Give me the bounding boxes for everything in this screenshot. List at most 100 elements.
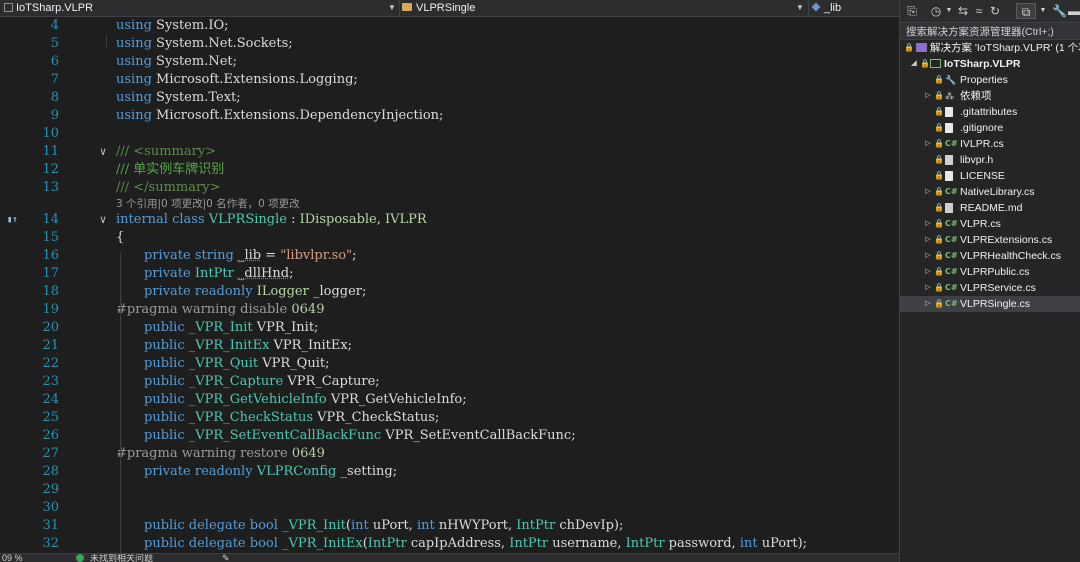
expand-right-icon[interactable]: ▷ xyxy=(924,264,932,280)
code-line[interactable]: 25 public _VPR_CheckStatus VPR_CheckStatu… xyxy=(0,409,899,427)
brush-icon[interactable]: ✎ xyxy=(222,554,230,562)
code-content: public _VPR_SetEventCallBackFunc VPR_Set… xyxy=(144,427,576,445)
chevron-down-icon[interactable]: ▼ xyxy=(1038,3,1048,19)
code-line[interactable]: 27 #pragma warning restore 0649 xyxy=(0,445,899,463)
code-line[interactable]: 20 public _VPR_Init VPR_Init; xyxy=(0,319,899,337)
sync-view-icon[interactable]: ⎘ xyxy=(904,3,920,19)
solution-item-label: IVLPR.cs xyxy=(960,138,1004,150)
solution-item[interactable]: ▷ 🔒 C# IVLPR.cs xyxy=(900,136,1080,152)
code-line[interactable]: 6 using System.Net; xyxy=(0,53,899,71)
code-line[interactable]: 32 public delegate bool _VPR_InitEx(IntPt… xyxy=(0,535,899,553)
code-line[interactable]: 23 public _VPR_Capture VPR_Capture; xyxy=(0,373,899,391)
solution-item[interactable]: 🔒 .gitattributes xyxy=(900,104,1080,120)
expand-right-icon[interactable]: ▷ xyxy=(924,184,932,200)
member-dropdown[interactable]: _lib xyxy=(812,0,892,16)
fold-toggle-icon[interactable]: ∨ xyxy=(96,211,110,229)
expand-right-icon[interactable]: ▷ xyxy=(924,232,932,248)
solution-item[interactable]: 🔒 🔧 Properties xyxy=(900,72,1080,88)
code-line[interactable]: 9 using Microsoft.Extensions.DependencyIn… xyxy=(0,107,899,125)
fold-toggle-icon[interactable]: ∨ xyxy=(96,143,110,161)
issues-status-text[interactable]: 未找到相关问题 xyxy=(90,554,153,562)
code-line[interactable]: 7 using Microsoft.Extensions.Logging; xyxy=(0,71,899,89)
solution-item[interactable]: ▷ 🔒 C# VLPRService.cs xyxy=(900,280,1080,296)
code-content: public delegate bool _VPR_InitEx(IntPtr … xyxy=(144,535,807,553)
code-line[interactable]: 17 private IntPtr _dllHnd; xyxy=(0,265,899,283)
refresh-icon[interactable]: ↻ xyxy=(988,3,1002,19)
code-line[interactable]: 18 private readonly ILogger _logger; xyxy=(0,283,899,301)
solution-item[interactable]: 🔒 libvpr.h xyxy=(900,152,1080,168)
code-line[interactable]: 31 public delegate bool _VPR_Init(int uPo… xyxy=(0,517,899,535)
code-line[interactable]: 24 public _VPR_GetVehicleInfo VPR_GetVehi… xyxy=(0,391,899,409)
code-line[interactable]: 21 public _VPR_InitEx VPR_InitEx; xyxy=(0,337,899,355)
solution-item[interactable]: 🔒 LICENSE xyxy=(900,168,1080,184)
wrench-icon[interactable]: 🔧 xyxy=(1052,3,1067,19)
solution-search-input[interactable] xyxy=(906,25,1078,39)
expand-right-icon[interactable]: ▷ xyxy=(924,136,932,152)
code-line[interactable]: 11 ∨ /// <summary> xyxy=(0,143,899,161)
collapse-all-icon[interactable]: ≈ xyxy=(972,3,986,19)
project-node[interactable]: ◢ 🔒 IoTSharp.VLPR xyxy=(900,56,1080,72)
code-line[interactable]: 29 xyxy=(0,481,899,499)
solution-item[interactable]: ▷ 🔒 C# VLPRSingle.cs xyxy=(900,296,1080,312)
solution-item[interactable]: ▷ 🔒 C# VLPRPublic.cs xyxy=(900,264,1080,280)
swap-icon[interactable]: ⇆ xyxy=(956,3,970,19)
code-editor[interactable]: IoTSharp.VLPR ▼ VLPRSingle ▼ _lib 4 using… xyxy=(0,0,899,562)
solution-item-label: VLPR.cs xyxy=(960,218,1001,230)
codelens-info[interactable]: 3 个引用|0 项更改|0 名作者，0 项更改 xyxy=(116,197,300,211)
solution-item[interactable]: ▷ 🔒 C# VLPRExtensions.cs xyxy=(900,232,1080,248)
code-token: /// 单实例车牌识别 xyxy=(116,162,225,177)
line-number: 5 xyxy=(50,36,59,51)
code-line[interactable]: 14 ∨ ▮↑ internal class VLPRSingle : IDispos… xyxy=(0,211,899,229)
code-line[interactable]: 16 private string _lib = "libvlpr.so"; xyxy=(0,247,899,265)
solution-item[interactable]: 🔒 README.md xyxy=(900,200,1080,216)
code-line[interactable]: 5 using System.Net.Sockets; xyxy=(0,35,899,53)
show-all-files-icon[interactable]: ⧉ xyxy=(1016,3,1036,19)
code-token: int xyxy=(416,518,435,533)
code-token: uPort); xyxy=(757,536,808,551)
csharp-icon: C# xyxy=(945,187,958,196)
solution-item[interactable]: ▷ 🔒 ⁂ 依赖项 xyxy=(900,88,1080,104)
solution-item[interactable]: ▷ 🔒 C# VLPR.cs xyxy=(900,216,1080,232)
implementation-marker-icon[interactable]: ▮↑ xyxy=(7,211,23,229)
code-line[interactable]: 28 private readonly VLPRConfig _setting; xyxy=(0,463,899,481)
lock-icon: 🔒 xyxy=(934,123,944,132)
solution-item-label: Properties xyxy=(960,74,1008,86)
lock-icon: 🔒 xyxy=(934,171,944,180)
code-line[interactable]: 15 { xyxy=(0,229,899,247)
expand-right-icon[interactable]: ▷ xyxy=(924,216,932,232)
code-line[interactable]: 19 #pragma warning disable 0649 xyxy=(0,301,899,319)
solution-item[interactable]: ▷ 🔒 C# VLPRHealthCheck.cs xyxy=(900,248,1080,264)
properties-icon[interactable]: ▬ xyxy=(1068,3,1080,19)
zoom-level[interactable]: 09 % xyxy=(2,554,23,562)
code-text-area[interactable]: 4 using System.IO; 5 using System.Net.Socke… xyxy=(0,17,899,553)
code-line[interactable]: 26 public _VPR_SetEventCallBackFunc VPR_S… xyxy=(0,427,899,445)
solution-item[interactable]: ▷ 🔒 C# NativeLibrary.cs xyxy=(900,184,1080,200)
solution-icon xyxy=(916,40,927,56)
expand-right-icon[interactable]: ▷ xyxy=(924,88,932,104)
code-line[interactable]: 4 using System.IO; xyxy=(0,17,899,35)
project-dropdown[interactable]: IoTSharp.VLPR xyxy=(4,0,384,16)
history-icon[interactable]: ◷ xyxy=(928,3,944,19)
expand-right-icon[interactable]: ▷ xyxy=(924,296,932,312)
chevron-down-icon[interactable]: ▼ xyxy=(944,3,954,19)
line-number: 9 xyxy=(50,108,59,123)
chevron-down-icon[interactable]: ▼ xyxy=(796,0,804,16)
expand-right-icon[interactable]: ▷ xyxy=(924,248,932,264)
code-line[interactable]: 8 using System.Text; xyxy=(0,89,899,107)
chevron-down-icon[interactable]: ▼ xyxy=(388,0,396,16)
solution-node[interactable]: 🔒 解决方案 'IoTSharp.VLPR' (1 个项 xyxy=(900,40,1080,56)
code-line[interactable]: 30 xyxy=(0,499,899,517)
code-token: delegate xyxy=(188,536,246,551)
code-line[interactable]: 12 /// 单实例车牌识别 xyxy=(0,161,899,179)
class-dropdown[interactable]: VLPRSingle xyxy=(402,0,792,16)
solution-search-box[interactable] xyxy=(900,22,1080,40)
code-token: VPR_InitEx; xyxy=(269,338,353,353)
code-line[interactable]: 13 /// </summary> xyxy=(0,179,899,197)
expand-right-icon[interactable]: ▷ xyxy=(924,280,932,296)
code-line[interactable]: 22 public _VPR_Quit VPR_Quit; xyxy=(0,355,899,373)
code-line[interactable]: 10 xyxy=(0,125,899,143)
csharp-icon: C# xyxy=(945,219,958,228)
expand-down-icon[interactable]: ◢ xyxy=(910,56,918,72)
solution-item[interactable]: 🔒 .gitignore xyxy=(900,120,1080,136)
line-number: 24 xyxy=(42,392,59,407)
